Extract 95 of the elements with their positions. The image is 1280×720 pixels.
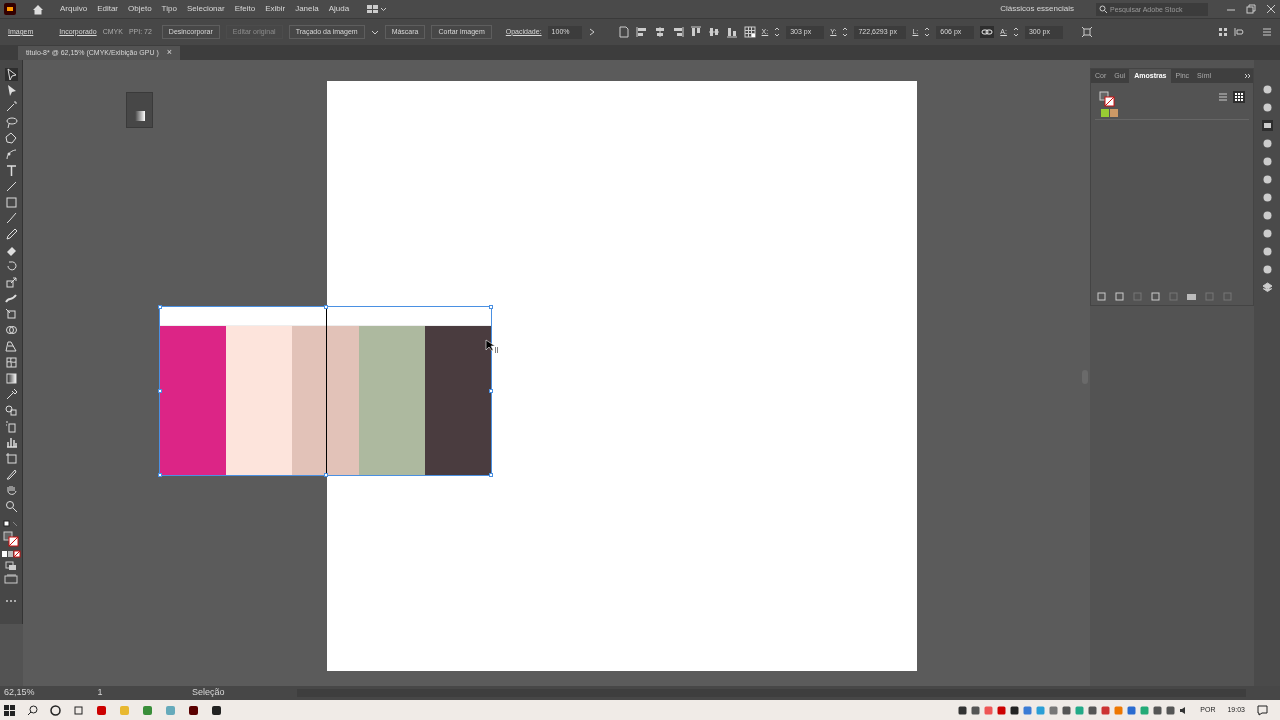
magic-wand-icon[interactable] — [4, 100, 18, 113]
transform-icon[interactable] — [1080, 26, 1093, 38]
selection-handle[interactable] — [489, 305, 493, 309]
align-icon[interactable] — [653, 26, 666, 38]
align-icon[interactable] — [725, 26, 738, 38]
menu-icon[interactable] — [1262, 27, 1272, 37]
stepper-icon[interactable] — [1012, 26, 1019, 38]
close-icon[interactable] — [1266, 4, 1276, 14]
menu-item[interactable]: Exibir — [265, 3, 286, 15]
gradient-tool-icon[interactable] — [4, 372, 18, 385]
swatch-group-icon[interactable] — [1101, 109, 1118, 117]
more-tools-icon[interactable] — [5, 599, 17, 603]
hand-tool-icon[interactable] — [4, 484, 18, 497]
rectangle-tool-icon[interactable] — [4, 196, 18, 209]
layout-icon[interactable] — [367, 4, 388, 14]
paintbrush-icon[interactable] — [4, 212, 18, 225]
pen-tool-icon[interactable] — [4, 132, 18, 145]
cortana-icon[interactable] — [50, 704, 61, 716]
selection-handle[interactable] — [489, 389, 493, 393]
stepper-icon[interactable] — [924, 26, 931, 38]
shape-builder-icon[interactable] — [4, 324, 18, 337]
current-tool-label[interactable]: Seleção — [192, 686, 225, 700]
align-icon[interactable] — [707, 26, 720, 38]
gradient-swatch-icon[interactable] — [134, 111, 145, 121]
free-transform-icon[interactable] — [4, 308, 18, 321]
rotate-tool-icon[interactable] — [4, 260, 18, 273]
draw-mode-icon[interactable] — [5, 561, 17, 571]
workspace-switcher[interactable]: Clássicos essenciais — [1000, 3, 1074, 15]
swatches-panel-icon[interactable] — [1261, 120, 1273, 131]
restore-icon[interactable] — [1246, 4, 1256, 14]
selection-handle[interactable] — [158, 389, 162, 393]
layers-icon[interactable] — [1261, 282, 1273, 293]
folder-icon[interactable] — [1187, 292, 1196, 301]
selection-handle[interactable] — [324, 305, 328, 309]
menu-item[interactable]: Selecionar — [186, 3, 225, 15]
task-view-icon[interactable] — [73, 704, 84, 716]
menu-item[interactable]: Objeto — [128, 3, 152, 15]
stepper-icon[interactable] — [842, 26, 849, 38]
isolate-icon[interactable] — [1218, 27, 1228, 37]
menu-item[interactable]: Editar — [97, 3, 119, 15]
zoom-level-field[interactable]: 62,15% — [4, 686, 44, 700]
menu-item[interactable]: Arquivo — [60, 3, 88, 15]
menu-item[interactable]: Efeito — [234, 3, 256, 15]
scale-tool-icon[interactable] — [4, 276, 18, 289]
start-icon[interactable] — [4, 704, 15, 716]
perspective-grid-icon[interactable] — [4, 340, 18, 353]
document-setup-icon[interactable] — [617, 26, 630, 38]
swap-colors-icon[interactable] — [3, 520, 19, 528]
selection-tool-icon[interactable] — [4, 68, 18, 81]
search-icon[interactable] — [27, 704, 38, 716]
warp-tool-icon[interactable] — [4, 292, 18, 305]
dropdown-caret-icon[interactable] — [370, 28, 379, 36]
pencil-icon[interactable] — [4, 228, 18, 241]
menu-item[interactable]: Tipo — [161, 3, 177, 15]
fill-stroke-icon[interactable] — [3, 531, 19, 547]
color-mode-icon[interactable] — [1, 550, 21, 558]
align-icon[interactable] — [635, 26, 648, 38]
lasso-icon[interactable] — [4, 116, 18, 129]
selection-handle[interactable] — [489, 473, 493, 477]
acrobat-icon[interactable] — [96, 704, 107, 716]
panel-options-icon[interactable] — [1234, 27, 1244, 37]
menu-item[interactable]: Ajuda — [328, 3, 350, 15]
line-tool-icon[interactable] — [4, 180, 18, 193]
mesh-tool-icon[interactable] — [4, 356, 18, 369]
search-icon — [1099, 5, 1108, 13]
selection-handle[interactable] — [158, 473, 162, 477]
selection-handle[interactable] — [324, 473, 328, 477]
artboard-tool-icon[interactable] — [4, 452, 18, 465]
link-proportions-icon[interactable] — [980, 26, 995, 38]
bar-graph-icon[interactable] — [4, 436, 18, 449]
grid-view-icon[interactable] — [1233, 91, 1245, 103]
blend-tool-icon[interactable] — [4, 404, 18, 417]
stepper-icon[interactable] — [774, 26, 781, 38]
curvature-tool-icon[interactable] — [4, 148, 18, 161]
chrome-icon[interactable] — [142, 704, 153, 716]
collapse-panels-icon[interactable] — [1243, 71, 1253, 81]
slice-tool-icon[interactable] — [4, 468, 18, 481]
eyedropper-icon[interactable] — [4, 388, 18, 401]
tab-close-button[interactable]: × — [166, 46, 173, 60]
selection-handle[interactable] — [158, 305, 162, 309]
app-logo-icon[interactable] — [4, 3, 16, 15]
symbol-sprayer-icon[interactable] — [4, 420, 18, 433]
zoom-icon[interactable] — [4, 500, 18, 513]
align-icon[interactable] — [671, 26, 684, 38]
media-player-icon[interactable] — [211, 704, 222, 716]
screen-mode-icon[interactable] — [4, 574, 18, 584]
align-icon[interactable] — [689, 26, 702, 38]
notifications-icon[interactable] — [1257, 704, 1268, 716]
artboard-number-field[interactable]: 1 — [90, 686, 110, 700]
type-tool-icon[interactable] — [4, 164, 18, 177]
menu-item[interactable]: Janela — [295, 3, 319, 15]
reference-point-icon[interactable] — [743, 26, 756, 38]
home-icon[interactable] — [32, 3, 44, 15]
fill-stroke-icon[interactable] — [1099, 91, 1115, 107]
illustrator-icon[interactable] — [188, 704, 199, 716]
